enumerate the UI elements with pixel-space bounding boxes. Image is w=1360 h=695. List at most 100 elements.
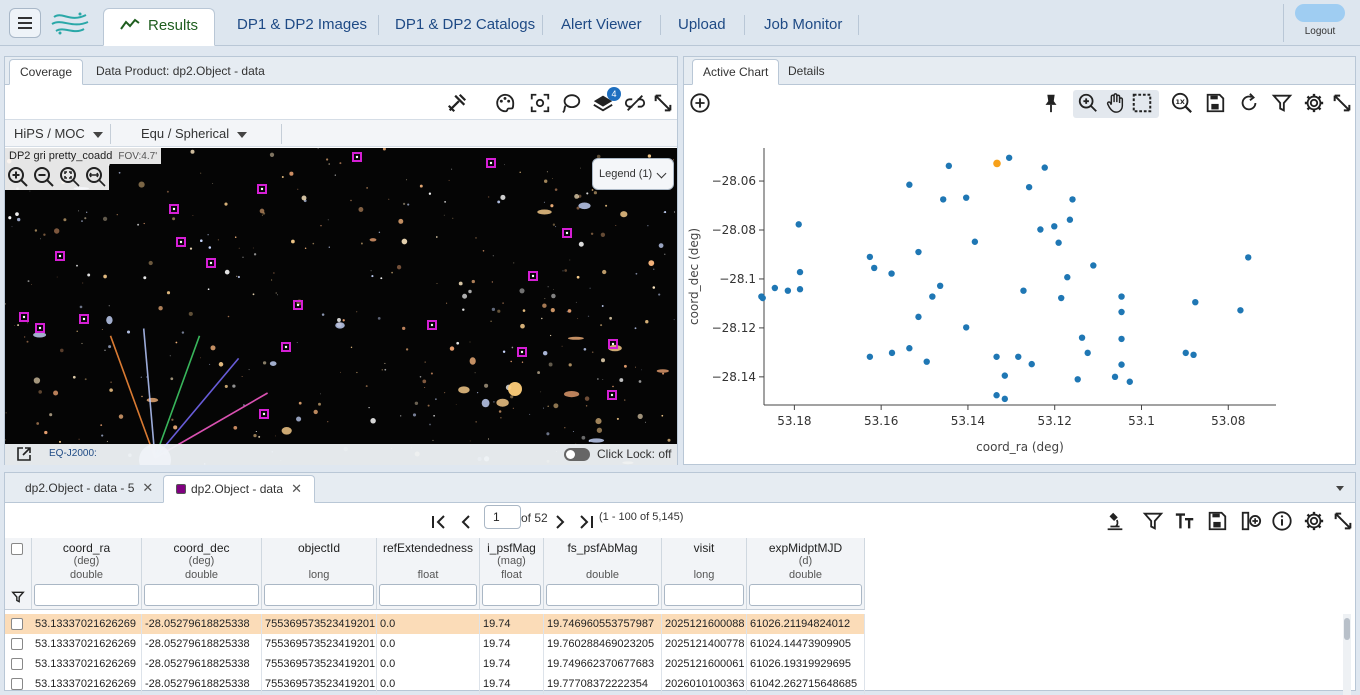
- pan-hand-icon[interactable]: [1103, 91, 1127, 115]
- hips-moc-dropdown[interactable]: HiPS / MOC: [14, 126, 103, 141]
- tab-catalogs[interactable]: DP1 & DP2 Catalogs: [379, 8, 551, 46]
- column-header-coord_ra[interactable]: coord_ra (deg) double: [32, 538, 142, 610]
- zoom-reset-icon[interactable]: 1X: [1170, 91, 1194, 115]
- filter-icon[interactable]: [1270, 91, 1294, 115]
- scatter-plot[interactable]: 53.18 53.16 53.14 53.12 53.1 53.08 −28.06 −28.0…: [684, 120, 1355, 465]
- data-point[interactable]: [923, 358, 930, 365]
- data-point[interactable]: [1001, 395, 1009, 403]
- logout-link[interactable]: Logout: [1287, 26, 1353, 37]
- external-link-icon[interactable]: [15, 445, 33, 463]
- data-point[interactable]: [1237, 307, 1244, 314]
- tools-icon[interactable]: [445, 91, 469, 115]
- save-icon[interactable]: [1203, 91, 1227, 115]
- coord-system-dropdown[interactable]: Equ / Spherical: [141, 126, 248, 141]
- tab-upload[interactable]: Upload: [662, 8, 742, 46]
- data-point[interactable]: [1025, 183, 1033, 191]
- data-point[interactable]: [940, 196, 947, 203]
- data-point[interactable]: [1118, 293, 1125, 300]
- data-point[interactable]: [1037, 226, 1044, 233]
- table-row[interactable]: 53.13337021626269 -28.05279618825338 75536…: [5, 674, 865, 694]
- column-filter-input[interactable]: [546, 584, 659, 606]
- microscope-icon[interactable]: [1103, 509, 1127, 533]
- filter-icon[interactable]: [11, 590, 25, 604]
- data-point[interactable]: [906, 345, 913, 352]
- data-point[interactable]: [888, 349, 896, 357]
- tab-images[interactable]: DP1 & DP2 Images: [221, 8, 383, 46]
- column-filter-input[interactable]: [664, 584, 744, 606]
- data-point[interactable]: [796, 268, 804, 276]
- tab-alert-viewer[interactable]: Alert Viewer: [545, 8, 658, 46]
- data-point[interactable]: [971, 238, 979, 245]
- data-point[interactable]: [993, 392, 1000, 399]
- row-checkbox[interactable]: [11, 638, 23, 650]
- tab-table-2[interactable]: dp2.Object - data ✕: [163, 475, 315, 503]
- refresh-icon[interactable]: [1237, 91, 1261, 115]
- gear-icon[interactable]: [1302, 509, 1326, 533]
- close-icon[interactable]: ✕: [142, 480, 153, 495]
- layers-icon[interactable]: 4: [591, 87, 621, 115]
- scrollbar-thumb[interactable]: [1344, 618, 1350, 640]
- data-point[interactable]: [1090, 262, 1097, 269]
- data-point[interactable]: [1001, 372, 1009, 379]
- data-point[interactable]: [1051, 223, 1058, 230]
- data-point[interactable]: [784, 287, 792, 294]
- data-point[interactable]: [1111, 373, 1119, 381]
- data-point[interactable]: [929, 293, 936, 300]
- save-icon[interactable]: [1205, 509, 1229, 533]
- lasso-select-icon[interactable]: [559, 91, 583, 115]
- data-point[interactable]: [915, 248, 922, 256]
- data-point[interactable]: [1074, 376, 1081, 383]
- info-icon[interactable]: [1270, 509, 1294, 533]
- data-point[interactable]: [1058, 294, 1065, 302]
- data-point[interactable]: [771, 284, 779, 292]
- data-point[interactable]: [1118, 335, 1125, 343]
- add-chart-icon[interactable]: [688, 91, 712, 115]
- data-point[interactable]: [1064, 274, 1071, 281]
- tab-active-chart[interactable]: Active Chart: [692, 59, 780, 85]
- column-filter-input[interactable]: [482, 584, 541, 606]
- column-header-coord_dec[interactable]: coord_dec (deg) double: [142, 538, 262, 610]
- tabs-dropdown-icon[interactable]: [1336, 486, 1344, 491]
- column-filter-input[interactable]: [264, 584, 374, 606]
- pin-icon[interactable]: [1039, 91, 1063, 115]
- data-point[interactable]: [795, 221, 802, 228]
- column-filter-input[interactable]: [144, 584, 259, 606]
- zoom-fit-icon[interactable]: [59, 166, 81, 188]
- data-point[interactable]: [962, 194, 970, 201]
- column-filter-input[interactable]: [34, 584, 139, 606]
- data-point[interactable]: [1118, 308, 1125, 316]
- data-point[interactable]: [1182, 349, 1189, 357]
- expand-icon[interactable]: [1330, 91, 1354, 115]
- data-point[interactable]: [888, 270, 895, 277]
- data-point[interactable]: [1190, 351, 1197, 359]
- click-lock-toggle[interactable]: [564, 448, 590, 461]
- expand-icon[interactable]: [651, 91, 675, 115]
- page-number-input[interactable]: 1: [484, 505, 521, 529]
- vertical-scrollbar[interactable]: [1343, 614, 1351, 695]
- data-point[interactable]: [758, 293, 765, 300]
- data-point[interactable]: [866, 353, 874, 360]
- data-point[interactable]: [936, 282, 944, 290]
- table-row[interactable]: 53.13337021626269 -28.05279618825338 75536…: [5, 654, 865, 674]
- zoom-mode-icon[interactable]: [1076, 91, 1100, 115]
- zoom-fill-icon[interactable]: [85, 166, 107, 188]
- row-checkbox[interactable]: [11, 678, 23, 690]
- data-point[interactable]: [796, 286, 804, 293]
- data-point[interactable]: [1069, 196, 1076, 203]
- data-point[interactable]: [866, 253, 874, 261]
- user-avatar[interactable]: [1295, 4, 1345, 22]
- first-page-icon[interactable]: [431, 515, 447, 529]
- legend-button[interactable]: Legend (1): [592, 158, 674, 190]
- last-page-icon[interactable]: [578, 515, 594, 529]
- data-point[interactable]: [1028, 360, 1035, 368]
- data-point[interactable]: [1192, 299, 1199, 306]
- row-checkbox[interactable]: [11, 658, 23, 670]
- tab-data-product[interactable]: Data Product: dp2.Object - data: [86, 59, 275, 85]
- tab-job-monitor[interactable]: Job Monitor: [748, 8, 858, 46]
- zoom-out-icon[interactable]: [33, 166, 55, 188]
- data-point[interactable]: [1118, 361, 1125, 368]
- data-point[interactable]: [1078, 334, 1086, 341]
- close-icon[interactable]: ✕: [291, 481, 302, 496]
- unlink-icon[interactable]: [623, 91, 647, 115]
- data-point[interactable]: [1245, 254, 1252, 261]
